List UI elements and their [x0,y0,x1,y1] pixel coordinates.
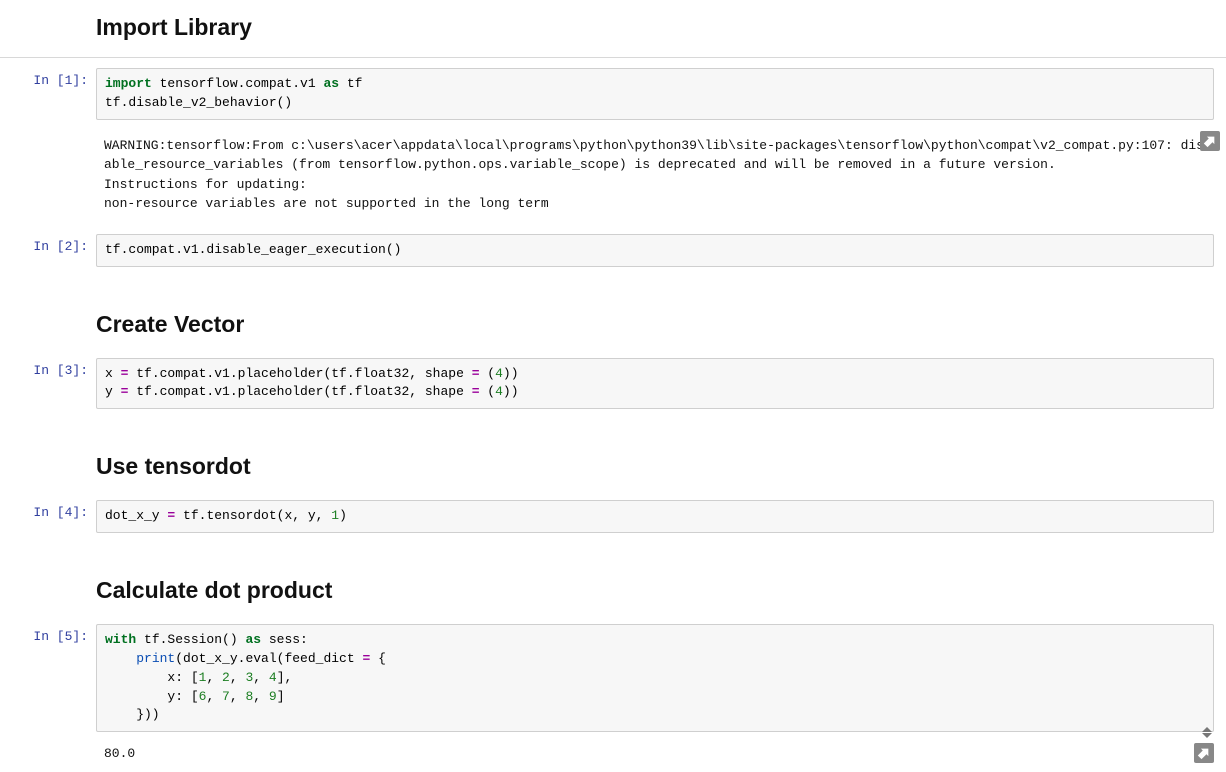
code-text: , [230,689,246,704]
input-prompt-5: In [5]: [0,624,96,644]
code-text: ], [277,670,293,685]
code-text: , [206,670,222,685]
output-cell-5: 80.0 [0,736,1226,772]
number-literal: 4 [495,384,503,399]
code-text: , [253,670,269,685]
input-prompt-4: In [4]: [0,500,96,520]
markdown-cell: Create Vector [0,297,1226,354]
markdown-cell: Import Library [0,0,1226,57]
code-text: y: [ [105,689,199,704]
notebook: Import Library In [1]: import tensorflow… [0,0,1226,772]
code-text: , [253,689,269,704]
code-text: { [370,651,386,666]
code-cell-1[interactable]: In [1]: import tensorflow.compat.v1 as t… [0,58,1226,124]
operator-eq: = [472,366,480,381]
prompt-empty [0,443,96,448]
number-literal: 9 [269,689,277,704]
heading-calculate-dot-product: Calculate dot product [96,577,1214,604]
prompt-empty [0,301,96,306]
code-cell-2[interactable]: In [2]: tf.compat.v1.disable_eager_execu… [0,230,1226,271]
heading-use-tensordot: Use tensordot [96,453,1214,480]
code-text: , [230,670,246,685]
input-prompt-2: In [2]: [0,234,96,254]
input-prompt-3: In [3]: [0,358,96,378]
code-text: ( [480,366,496,381]
code-text: sess: [261,632,308,647]
code-text: tf.tensordot(x, y, [175,508,331,523]
prompt-empty [0,567,96,572]
code-text: )) [503,366,519,381]
code-cell-3[interactable]: In [3]: x = tf.compat.v1.placeholder(tf.… [0,354,1226,414]
number-literal: 2 [222,670,230,685]
collapse-output-icon[interactable] [1194,743,1214,763]
keyword-import: import [105,76,152,91]
code-text: ( [480,384,496,399]
code-text: tf.disable_v2_behavior() [105,95,292,110]
prompt-empty [0,4,96,9]
output-text-5: 80.0 [96,740,1214,768]
operator-eq: = [472,384,480,399]
code-text: x [105,366,121,381]
code-input-2[interactable]: tf.compat.v1.disable_eager_execution() [96,234,1214,267]
code-text: ) [339,508,347,523]
code-text [105,651,136,666]
code-text: tf.Session() [136,632,245,647]
code-text: y [105,384,121,399]
output-text-1: WARNING:tensorflow:From c:\users\acer\ap… [96,128,1214,218]
keyword-as: as [323,76,339,91]
code-text: tensorflow.compat.v1 [152,76,324,91]
code-text: tf.compat.v1.disable_eager_execution() [105,242,401,257]
code-cell-5[interactable]: In [5]: with tf.Session() as sess: print… [0,620,1226,736]
collapse-output-icon[interactable] [1200,131,1220,151]
code-input-4[interactable]: dot_x_y = tf.tensordot(x, y, 1) [96,500,1214,533]
code-text: (dot_x_y.eval(feed_dict [175,651,362,666]
output-cell-1: WARNING:tensorflow:From c:\users\acer\ap… [0,124,1226,222]
code-text: )) [503,384,519,399]
scroll-output-icon[interactable] [1200,722,1214,742]
code-text: })) [105,707,160,722]
code-input-5[interactable]: with tf.Session() as sess: print(dot_x_y… [96,624,1214,732]
code-text: ] [277,689,285,704]
prompt-empty [0,740,96,748]
markdown-cell: Calculate dot product [0,563,1226,620]
code-text: tf [339,76,362,91]
builtin-print: print [136,651,175,666]
number-literal: 7 [222,689,230,704]
keyword-as: as [245,632,261,647]
code-cell-4[interactable]: In [4]: dot_x_y = tf.tensordot(x, y, 1) [0,496,1226,537]
code-text: tf.compat.v1.placeholder(tf.float32, sha… [128,366,471,381]
code-input-1[interactable]: import tensorflow.compat.v1 as tf tf.dis… [96,68,1214,120]
number-literal: 1 [331,508,339,523]
code-input-3[interactable]: x = tf.compat.v1.placeholder(tf.float32,… [96,358,1214,410]
keyword-with: with [105,632,136,647]
heading-import-library: Import Library [96,14,1214,41]
number-literal: 4 [269,670,277,685]
code-text: tf.compat.v1.placeholder(tf.float32, sha… [128,384,471,399]
number-literal: 4 [495,366,503,381]
code-text: dot_x_y [105,508,167,523]
prompt-empty [0,128,96,136]
heading-create-vector: Create Vector [96,311,1214,338]
input-prompt-1: In [1]: [0,68,96,88]
code-text: , [206,689,222,704]
markdown-cell: Use tensordot [0,439,1226,496]
code-text: x: [ [105,670,199,685]
